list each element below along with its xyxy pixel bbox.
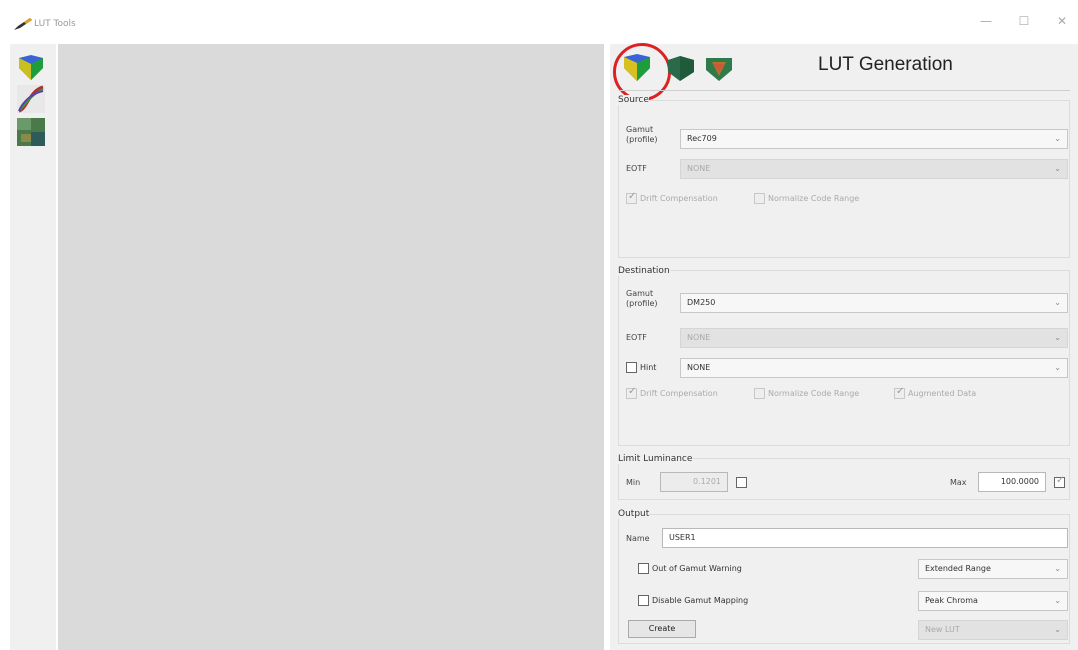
minimize-button[interactable]: — [976,14,996,28]
window-title: LUT Tools [34,19,76,29]
maximize-button[interactable]: ☐ [1014,14,1034,28]
source-drift-checkbox[interactable] [626,191,637,204]
range-select[interactable]: Extended Range ⌄ [918,559,1068,579]
title-divider [620,90,1070,91]
destination-hint-checkbox[interactable] [626,362,637,373]
source-eotf-label: EOTF [626,164,647,173]
highlight-ring [613,43,671,101]
source-label: Source [618,95,649,105]
disable-mapping-checkbox[interactable] [638,595,649,606]
luminance-max-input[interactable]: 100.0000 [978,472,1046,492]
destination-hint-label: Hint [640,363,657,372]
destination-augmented-checkbox[interactable] [894,386,905,399]
destination-normalize-checkbox[interactable] [754,388,765,399]
output-name-label: Name [626,534,650,543]
title-bar: LUT Tools — ☐ ✕ [0,0,1078,44]
image-map-icon[interactable] [17,118,45,146]
mapping-select[interactable]: Peak Chroma ⌄ [918,591,1068,611]
cube-gamut-icon[interactable] [704,54,734,82]
color-cube-icon[interactable] [17,54,45,82]
destination-eotf-select[interactable]: NONE ⌄ [680,328,1068,348]
luminance-min-label: Min [626,478,641,487]
create-button[interactable]: Create [628,620,696,638]
lut-select[interactable]: New LUT ⌄ [918,620,1068,640]
destination-hint-select[interactable]: NONE ⌄ [680,358,1068,378]
chevron-down-icon: ⌄ [1054,564,1061,573]
destination-eotf-label: EOTF [626,333,647,342]
destination-augmented-label: Augmented Data [908,389,977,398]
luminance-label: Limit Luminance [618,454,693,464]
destination-drift-label: Drift Compensation [640,389,718,398]
destination-gamut-label: Gamut (profile) [626,289,658,308]
pencil-logo-icon [14,18,32,30]
destination-normalize-label: Normalize Code Range [768,389,860,398]
destination-drift-checkbox[interactable] [626,386,637,399]
preview-area[interactable] [58,44,604,650]
close-button[interactable]: ✕ [1052,14,1072,28]
source-group [618,100,1070,258]
chevron-down-icon: ⌄ [1054,363,1061,372]
tool-strip [10,44,56,650]
luminance-min-checkbox[interactable] [736,477,747,488]
disable-mapping-label: Disable Gamut Mapping [652,596,749,605]
chevron-down-icon: ⌄ [1054,625,1061,634]
source-normalize-checkbox[interactable] [754,193,765,204]
chevron-down-icon: ⌄ [1054,134,1061,143]
chevron-down-icon: ⌄ [1054,596,1061,605]
destination-gamut-select[interactable]: DM250 ⌄ [680,293,1068,313]
mode-tabs [613,43,742,101]
source-eotf-select[interactable]: NONE ⌄ [680,159,1068,179]
luminance-min-input[interactable]: 0.1201 [660,472,728,492]
destination-label: Destination [618,266,670,276]
luminance-max-checkbox[interactable] [1054,475,1065,488]
output-name-input[interactable]: USER1 [662,528,1068,548]
cube-side-icon[interactable] [666,54,696,82]
lut-generation-panel: LUT Generation Source Gamut (profile) Re… [610,43,1078,650]
source-drift-label: Drift Compensation [640,194,718,203]
tone-curve-icon[interactable] [17,85,45,113]
output-label: Output [618,509,650,519]
luminance-max-label: Max [950,478,967,487]
chevron-down-icon: ⌄ [1054,298,1061,307]
chevron-down-icon: ⌄ [1054,164,1061,173]
panel-title: LUT Generation [818,54,953,75]
source-normalize-label: Normalize Code Range [768,194,860,203]
out-of-gamut-checkbox[interactable] [638,563,649,574]
out-of-gamut-label: Out of Gamut Warning [652,564,742,573]
source-gamut-select[interactable]: Rec709 ⌄ [680,129,1068,149]
source-gamut-label: Gamut (profile) [626,125,658,144]
chevron-down-icon: ⌄ [1054,333,1061,342]
